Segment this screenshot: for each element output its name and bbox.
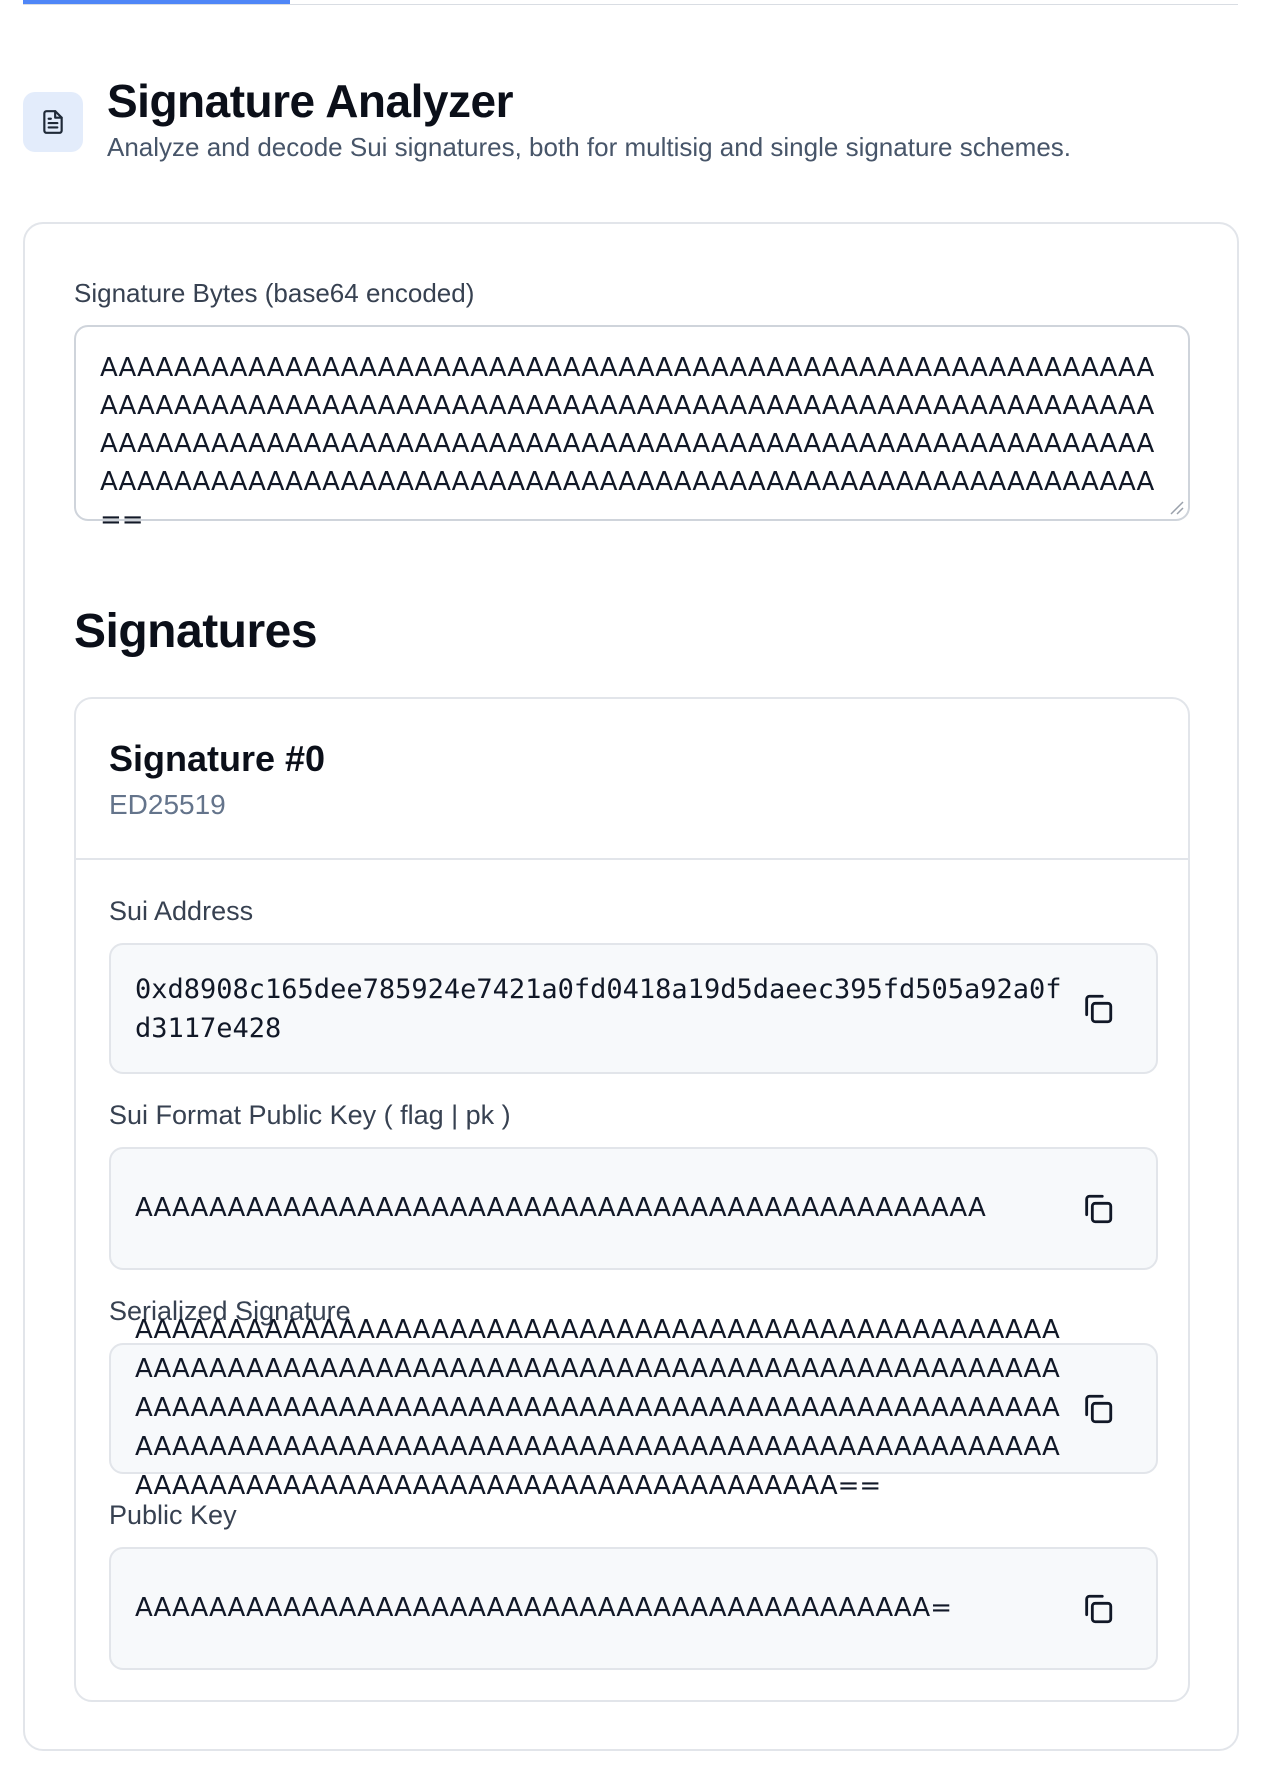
signatures-heading: Signatures <box>74 605 318 658</box>
signature-bytes-value: AAAAAAAAAAAAAAAAAAAAAAAAAAAAAAAAAAAAAAAA… <box>100 353 1155 535</box>
signature-bytes-textarea[interactable]: AAAAAAAAAAAAAAAAAAAAAAAAAAAAAAAAAAAAAAAA… <box>74 325 1190 535</box>
copy-icon <box>1085 1194 1113 1223</box>
copy-public-key-button[interactable] <box>1076 1587 1120 1631</box>
copy-sui-public-key-button[interactable] <box>1076 1187 1120 1231</box>
page-subtitle: Analyze and decode Sui signatures, both … <box>107 132 1072 162</box>
public-key-box: AAAAAAAAAAAAAAAAAAAAAAAAAAAAAAAAAAAAAAAA… <box>109 1547 1158 1670</box>
public-key-label: Public Key <box>109 1500 237 1530</box>
sui-public-key-value: AAAAAAAAAAAAAAAAAAAAAAAAAAAAAAAAAAAAAAAA… <box>135 1193 986 1223</box>
signature-title: Signature #0 <box>109 738 326 779</box>
sui-address-label: Sui Address <box>109 896 254 926</box>
signature-scheme: ED25519 <box>109 789 226 820</box>
copy-icon <box>1085 1594 1113 1623</box>
sui-public-key-label: Sui Format Public Key ( flag | pk ) <box>109 1100 511 1130</box>
analyzer-card: Signature Bytes (base64 encoded) AAAAAAA… <box>23 222 1239 1751</box>
copy-icon <box>1085 994 1113 1023</box>
sui-public-key-box: AAAAAAAAAAAAAAAAAAAAAAAAAAAAAAAAAAAAAAAA… <box>109 1147 1158 1270</box>
signature-card-header: Signature #0 ED25519 <box>76 699 1188 860</box>
page-header: Signature Analyzer Analyze and decode Su… <box>23 72 1071 164</box>
progress-bar <box>23 0 1238 5</box>
sui-address-value: 0xd8908c165dee785924e7421a0fd0418a19d5da… <box>135 973 1062 1044</box>
copy-address-button[interactable] <box>1076 987 1120 1031</box>
progress-bar-fill <box>23 0 291 4</box>
serialized-signature-box: AAAAAAAAAAAAAAAAAAAAAAAAAAAAAAAAAAAAAAAA… <box>109 1315 1158 1501</box>
sui-address-box: 0xd8908c165dee785924e7421a0fd0418a19d5da… <box>109 943 1158 1074</box>
serialized-signature-value: AAAAAAAAAAAAAAAAAAAAAAAAAAAAAAAAAAAAAAAA… <box>135 1315 1060 1501</box>
public-key-value: AAAAAAAAAAAAAAAAAAAAAAAAAAAAAAAAAAAAAAAA… <box>135 1593 952 1623</box>
resize-handle-icon[interactable] <box>1168 499 1184 515</box>
copy-icon <box>1085 1394 1113 1423</box>
signature-card: Signature #0 ED25519 Sui Address 0xd8908… <box>74 697 1190 1702</box>
page-title: Signature Analyzer <box>107 75 513 127</box>
signature-bytes-label: Signature Bytes (base64 encoded) <box>74 278 475 308</box>
copy-serialized-signature-button[interactable] <box>1076 1387 1120 1431</box>
document-icon <box>23 92 83 152</box>
